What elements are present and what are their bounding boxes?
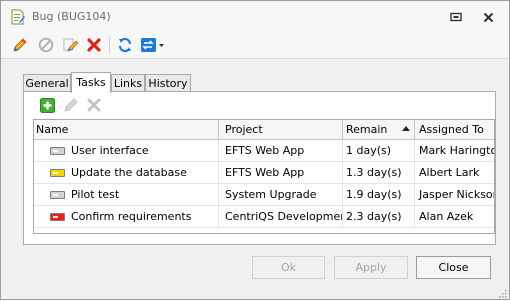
priority-high-icon: [50, 213, 65, 221]
edit-pencil-icon[interactable]: [62, 36, 80, 54]
task-assigned-to: Alan Azek: [419, 210, 474, 223]
task-assigned-to: Mark Harington: [419, 144, 494, 157]
refresh-icon[interactable]: [116, 36, 134, 54]
sort-ascending-icon: [402, 126, 410, 131]
tab-tasks[interactable]: Tasks: [71, 72, 111, 93]
task-project: EFTS Web App: [219, 162, 343, 184]
change-status-icon[interactable]: [140, 36, 166, 54]
task-project: System Upgrade: [219, 184, 343, 206]
column-header-project[interactable]: Project: [219, 120, 343, 140]
apply-button[interactable]: Apply: [334, 256, 408, 279]
tasks-grid: Name Project Remain Assigned To User int…: [33, 119, 495, 234]
tasks-toolbar: [38, 96, 110, 114]
task-project: CentriQS Development: [219, 206, 343, 228]
priority-low-icon: [50, 191, 65, 199]
tab-general[interactable]: General: [23, 74, 71, 92]
add-task-icon[interactable]: [38, 96, 56, 114]
table-row[interactable]: Pilot test System Upgrade 1.9 day(s) Jas…: [34, 184, 495, 206]
task-name: Pilot test: [71, 184, 219, 206]
close-icon[interactable]: [480, 9, 496, 25]
edit-icon[interactable]: [11, 36, 29, 54]
table-row[interactable]: User interface EFTS Web App 1 day(s) Mar…: [34, 140, 494, 162]
close-button[interactable]: Close: [416, 256, 491, 279]
bug-dialog: Bug (BUG104) General Tasks Links History…: [0, 0, 510, 300]
task-project: EFTS Web App: [219, 140, 343, 162]
table-row[interactable]: Confirm requirements CentriQS Developmen…: [34, 206, 494, 228]
column-header-name[interactable]: Name: [34, 120, 219, 140]
delete-icon[interactable]: [85, 36, 103, 54]
priority-low-icon: [50, 147, 65, 155]
window-title: Bug (BUG104): [32, 10, 111, 23]
restore-icon[interactable]: [448, 9, 464, 25]
tab-history[interactable]: History: [145, 74, 191, 92]
edit-task-icon[interactable]: [62, 96, 80, 114]
task-assigned-to: Jasper Nickson: [419, 188, 495, 201]
task-remain: 1.9 day(s): [343, 184, 415, 206]
title-bar[interactable]: Bug (BUG104): [1, 1, 509, 32]
document-edit-icon: [11, 9, 25, 25]
task-name: Update the database: [71, 162, 219, 184]
cancel-icon[interactable]: [37, 36, 55, 54]
column-header-assigned-to[interactable]: Assigned To: [415, 120, 494, 140]
resize-grip-icon[interactable]: [498, 288, 507, 298]
tab-links[interactable]: Links: [111, 74, 145, 92]
task-remain: 1 day(s): [343, 140, 415, 162]
ok-button[interactable]: Ok: [252, 256, 325, 279]
task-name: Confirm requirements: [71, 206, 219, 228]
task-name: User interface: [71, 140, 219, 162]
task-remain: 2.3 day(s): [343, 206, 415, 228]
grid-header: Name Project Remain Assigned To: [34, 120, 494, 140]
toolbar: [1, 32, 509, 59]
toolbar-separator: [109, 37, 110, 54]
task-remain: 1.3 day(s): [343, 162, 415, 184]
task-assigned-to: Albert Lark: [419, 166, 480, 179]
priority-normal-icon: [50, 169, 65, 177]
delete-task-icon[interactable]: [85, 96, 103, 114]
table-row[interactable]: Update the database EFTS Web App 1.3 day…: [34, 162, 494, 184]
tasks-tab-panel: Name Project Remain Assigned To User int…: [23, 91, 496, 245]
